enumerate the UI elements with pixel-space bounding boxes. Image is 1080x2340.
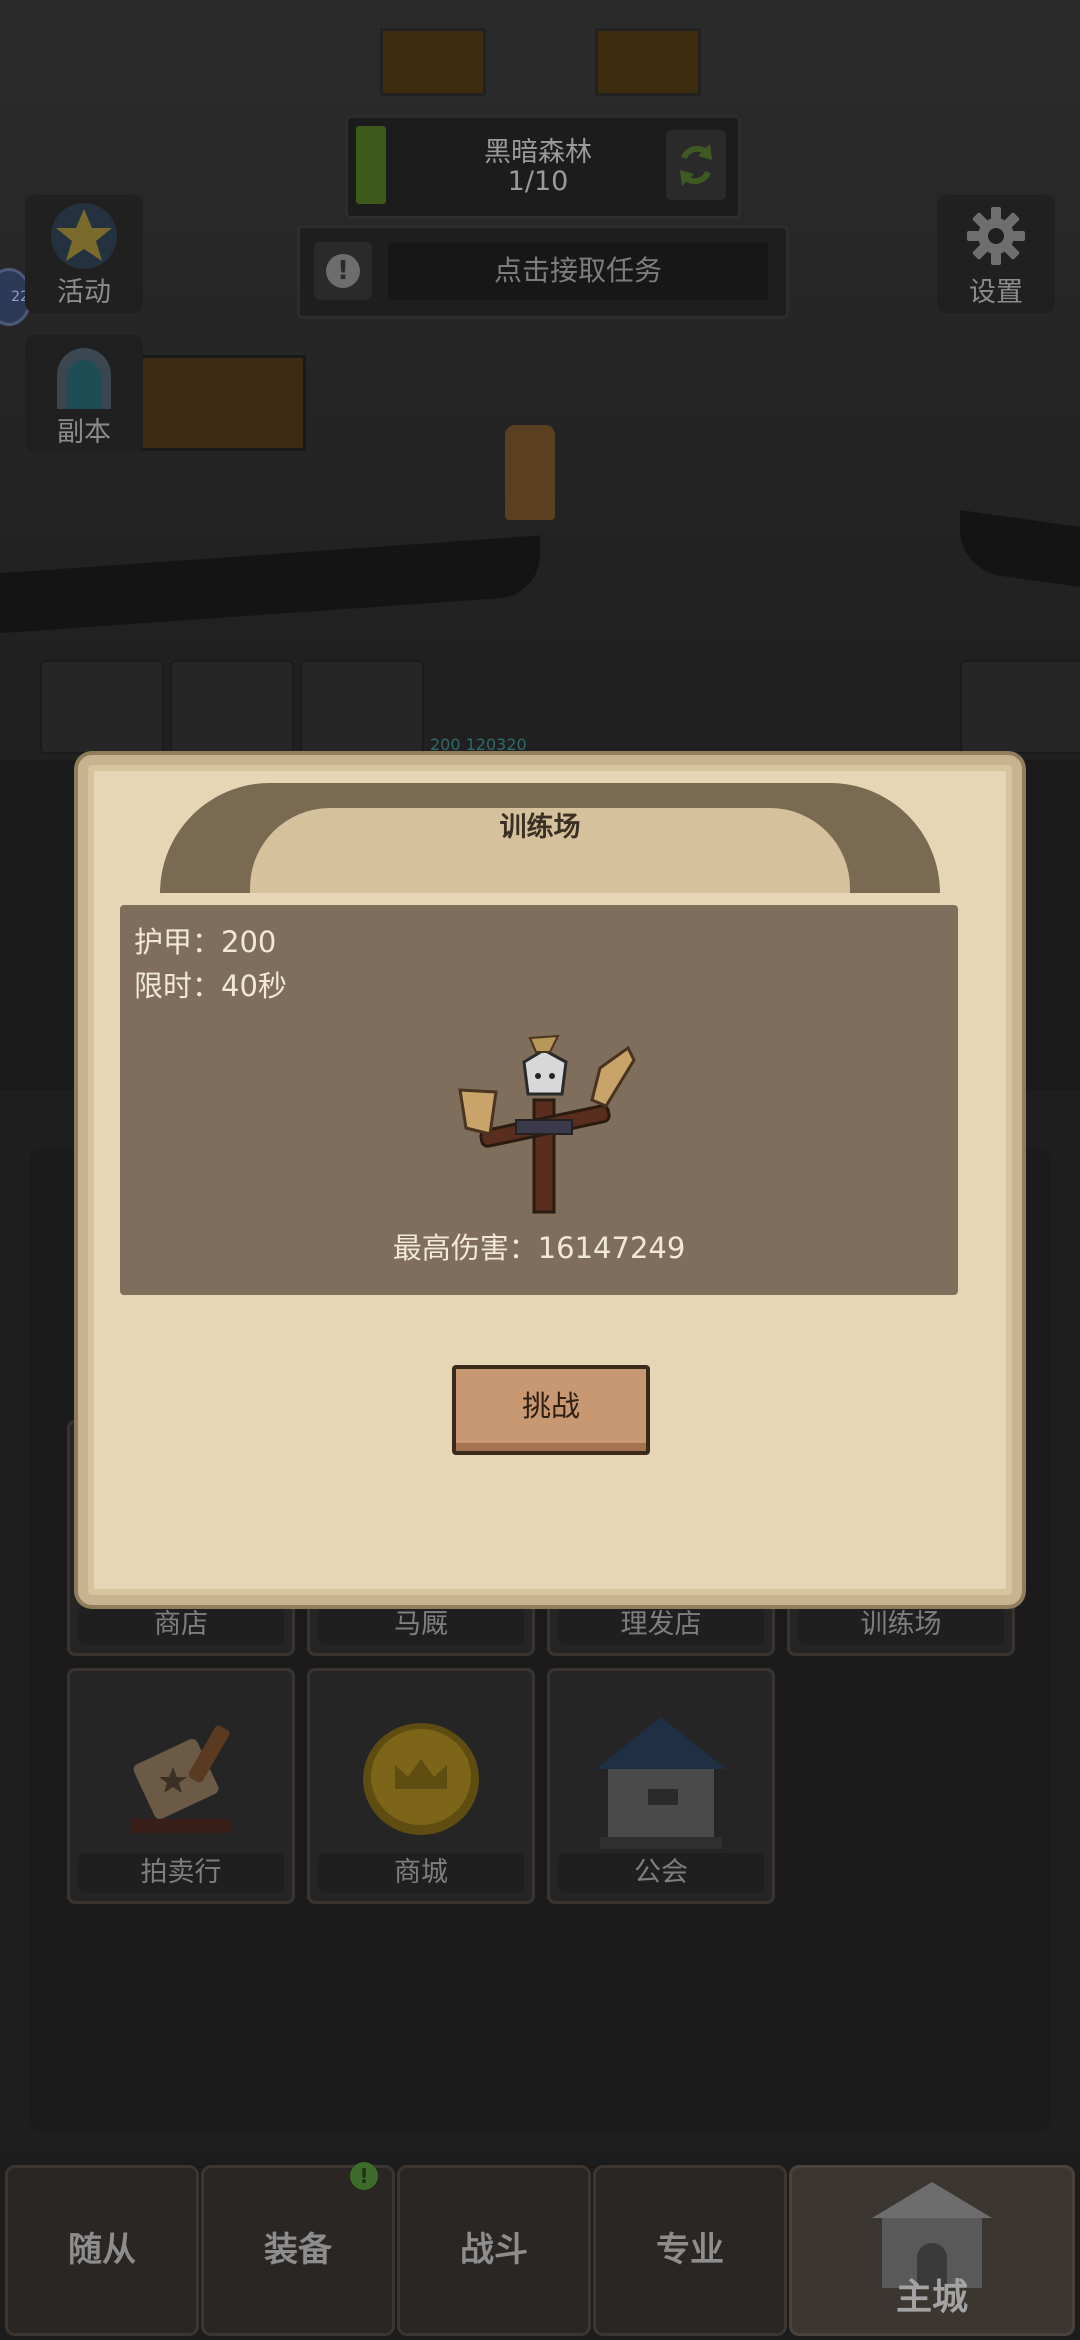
nav-tab-battle[interactable]: 战斗	[397, 2165, 591, 2336]
quest-alert: !	[314, 242, 372, 300]
exclamation-icon: !	[326, 254, 360, 288]
building-label: 理发店	[558, 1605, 764, 1645]
zone-progress-count: 1/10	[507, 166, 569, 197]
settings-button[interactable]: 设置	[937, 195, 1055, 313]
building-label: 拍卖行	[78, 1853, 284, 1893]
auction-gavel-icon	[131, 1725, 231, 1833]
training-ground-dialog: 训练场 护甲：200 限时：40秒 最高伤害：16147249 挑战	[78, 755, 1022, 1605]
top-tab-right[interactable]	[595, 28, 701, 96]
info-panel: 护甲：200 限时：40秒 最高伤害：16147249	[120, 905, 958, 1295]
wall-brick	[40, 660, 164, 754]
wall-brick	[300, 660, 424, 754]
gold-coin-icon	[363, 1723, 479, 1835]
zone-panel[interactable]: 黑暗森林 1/10	[345, 115, 741, 219]
building-label: 马厩	[318, 1605, 524, 1645]
top-tab-left[interactable]	[380, 28, 486, 96]
nav-tab-profession[interactable]: 专业	[593, 2165, 787, 2336]
accept-quest-text[interactable]: 点击接取任务	[388, 242, 768, 300]
wall-brick	[960, 660, 1080, 754]
building-mall[interactable]: 商城	[307, 1668, 535, 1904]
building-auction-house[interactable]: 拍卖行	[67, 1668, 295, 1904]
building-label: 商城	[318, 1853, 524, 1893]
zone-name: 黑暗森林	[484, 137, 592, 168]
floating-damage-text: 200 120320	[430, 735, 527, 754]
training-dummy-icon	[458, 1034, 636, 1214]
dungeon-portal-icon	[57, 348, 111, 409]
nav-tab-label: 主城	[895, 2277, 968, 2318]
challenge-button[interactable]: 挑战	[452, 1365, 650, 1455]
nav-tab-equipment[interactable]: 装备	[201, 2165, 395, 2336]
refresh-icon[interactable]	[666, 130, 726, 200]
building-label: 公会	[558, 1853, 764, 1893]
dungeon-button[interactable]: 副本	[25, 335, 143, 453]
building-label: 训练场	[798, 1605, 1004, 1645]
nav-tab-followers[interactable]: 随从	[5, 2165, 199, 2336]
armor-stat: 护甲：200	[134, 925, 277, 959]
notification-badge: !	[350, 2162, 378, 2190]
star-icon	[51, 203, 117, 269]
building-label: 商店	[78, 1605, 284, 1645]
zone-progress-bar	[356, 126, 386, 204]
activity-label: 活动	[57, 277, 111, 308]
lamp-post	[505, 425, 555, 520]
best-damage: 最高伤害：16147249	[392, 1231, 686, 1265]
building-guild[interactable]: 公会	[547, 1668, 775, 1904]
quest-bar[interactable]: ! 点击接取任务	[297, 225, 789, 319]
dungeon-label: 副本	[57, 417, 111, 448]
house-window	[140, 355, 306, 451]
wall-brick	[170, 660, 294, 754]
gear-icon	[967, 207, 1025, 265]
settings-label: 设置	[969, 277, 1023, 308]
activity-button[interactable]: 活动	[25, 195, 143, 313]
dialog-title: 训练场	[499, 812, 581, 843]
guild-house-icon	[596, 1717, 726, 1849]
time-limit-stat: 限时：40秒	[134, 969, 287, 1003]
nav-tab-main-city[interactable]: 主城	[789, 2165, 1075, 2336]
